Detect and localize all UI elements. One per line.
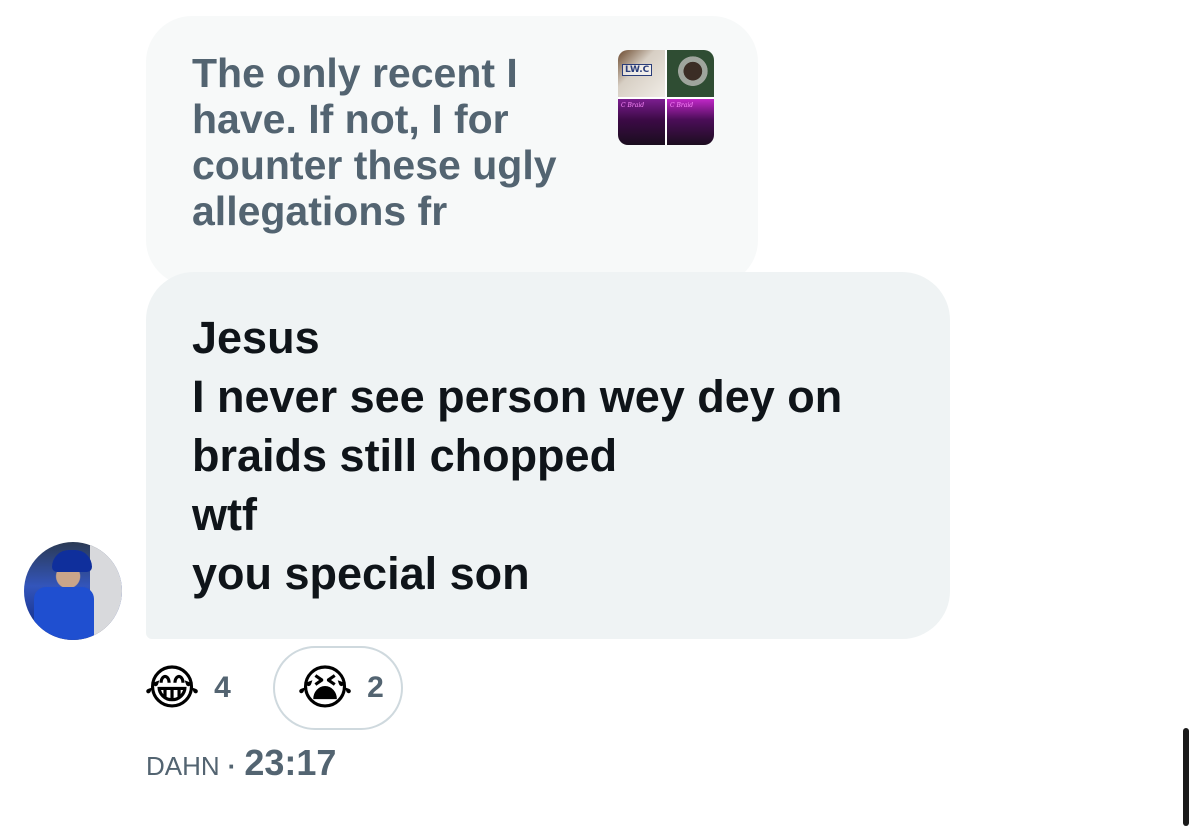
- thumbnail-tile-2: [667, 50, 714, 97]
- avatar-shirt: [34, 587, 94, 640]
- thumbnail-tile-3: C Braid: [618, 98, 665, 145]
- message-line: you special son: [192, 548, 530, 599]
- scrollbar[interactable]: [1183, 728, 1189, 826]
- reaction-laughing[interactable]: 😂 4: [144, 660, 231, 716]
- message-line: I never see person wey dey on: [192, 371, 843, 422]
- avatar-cap: [52, 550, 92, 572]
- avatar-background: [90, 542, 122, 640]
- thumbnail-neon-text-right: C Braid: [670, 101, 694, 109]
- laughing-emoji-icon: 😂: [144, 660, 201, 716]
- reaction-crying[interactable]: 😭 2: [273, 646, 403, 730]
- sender-name: DAHN: [146, 751, 220, 781]
- crying-emoji-icon: 😭: [297, 660, 354, 716]
- quoted-image-thumbnail[interactable]: LW.C C Braid C Braid: [618, 50, 714, 145]
- thumbnail-tile-1: LW.C: [618, 50, 665, 97]
- thumbnail-tile-4: C Braid: [667, 98, 714, 145]
- message-line: Jesus: [192, 312, 320, 363]
- reaction-count: 2: [367, 671, 384, 704]
- thumbnail-neon-text-left: C Braid: [621, 101, 645, 109]
- message-meta: DAHN · 23:17: [146, 742, 336, 784]
- meta-separator: ·: [227, 751, 237, 781]
- message-timestamp: 23:17: [244, 742, 337, 783]
- thumbnail-caption: LW.C: [622, 64, 653, 76]
- message-line: wtf: [192, 489, 257, 540]
- message-line: braids still chopped: [192, 430, 618, 481]
- sender-avatar[interactable]: [24, 542, 122, 640]
- reaction-count: 4: [214, 671, 231, 704]
- quoted-reply-text: The only recent I have. If not, I for co…: [192, 50, 557, 234]
